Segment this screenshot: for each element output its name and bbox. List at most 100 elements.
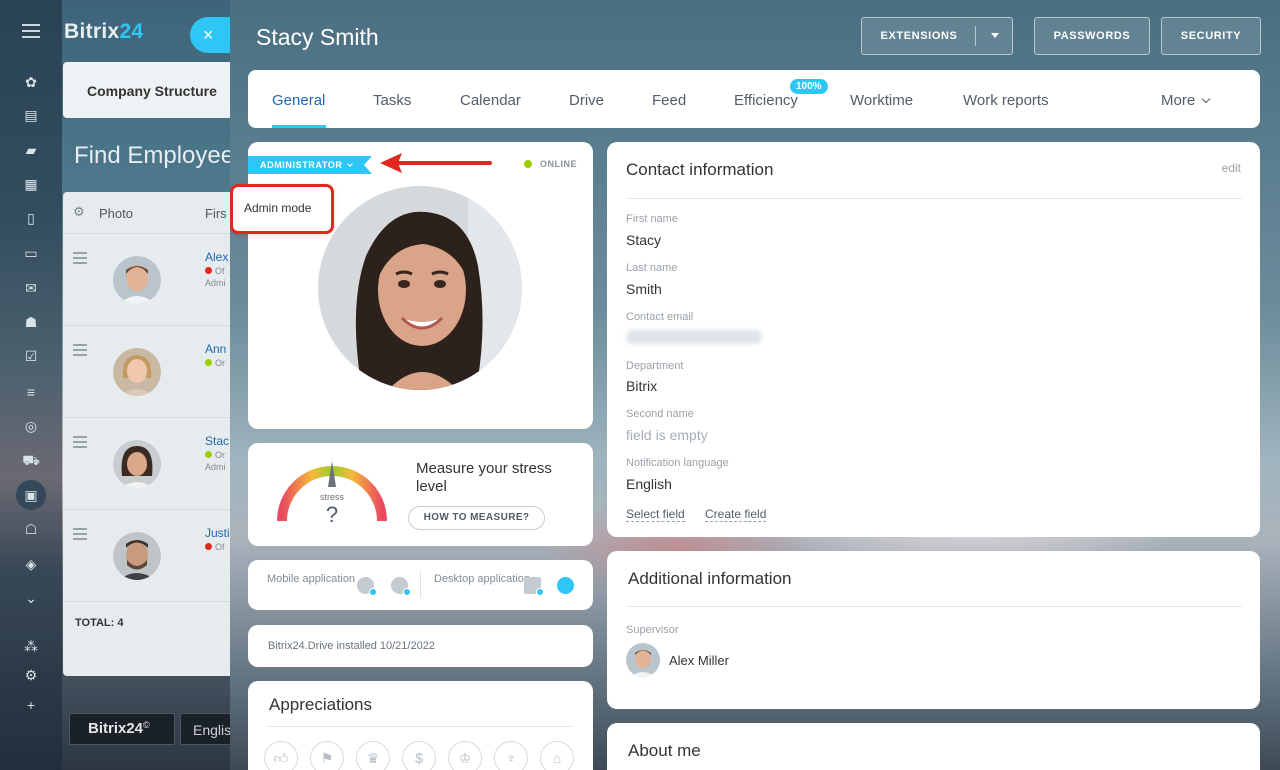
extensions-button[interactable]: EXTENSIONS bbox=[861, 17, 1013, 55]
profile-slider: Stacy Smith EXTENSIONS PASSWORDS SECURIT… bbox=[230, 0, 1280, 770]
tab-general[interactable]: General bbox=[272, 92, 325, 109]
avatar[interactable] bbox=[626, 643, 660, 677]
tab-feed[interactable]: Feed bbox=[652, 92, 686, 109]
drive-icon[interactable]: ▭ bbox=[22, 245, 40, 261]
tab-efficiency[interactable]: Efficiency bbox=[734, 92, 798, 109]
employee-name[interactable]: Ann bbox=[205, 342, 226, 356]
apple-icon[interactable] bbox=[557, 577, 574, 594]
settings-icon[interactable]: ⚙ bbox=[22, 667, 40, 683]
first-column-header[interactable]: Firs bbox=[205, 206, 227, 221]
chevron-down-icon[interactable] bbox=[991, 33, 999, 38]
department-label: Department bbox=[626, 360, 684, 372]
how-to-measure-button[interactable]: HOW TO MEASURE? bbox=[408, 506, 545, 530]
android-icon[interactable] bbox=[357, 577, 377, 596]
money-icon[interactable]: $ bbox=[402, 741, 436, 770]
passwords-button[interactable]: PASSWORDS bbox=[1034, 17, 1150, 55]
drive-status-card: Bitrix24.Drive installed 10/21/2022 bbox=[248, 625, 593, 667]
avatar bbox=[113, 532, 161, 580]
tab-worktime[interactable]: Worktime bbox=[850, 92, 913, 109]
contact-email-value-redacted bbox=[626, 330, 762, 344]
gift-icon[interactable]: ⚑ bbox=[310, 741, 344, 770]
chevron-down-icon bbox=[1201, 94, 1211, 104]
status-text: Or bbox=[205, 450, 225, 460]
edit-link[interactable]: edit bbox=[1222, 161, 1241, 175]
tab-calendar[interactable]: Calendar bbox=[460, 92, 521, 109]
table-row[interactable]: Alex Of Admi bbox=[63, 234, 243, 326]
employees-icon[interactable]: ▣ bbox=[16, 480, 46, 510]
crm-icon[interactable]: ≡ bbox=[22, 384, 40, 400]
tab-drive[interactable]: Drive bbox=[569, 92, 604, 109]
trophy-icon[interactable]: ♛ bbox=[356, 741, 390, 770]
crown-icon[interactable]: ♔ bbox=[448, 741, 482, 770]
calendar-icon[interactable]: ▦ bbox=[22, 176, 40, 192]
status-text: Of bbox=[205, 542, 225, 552]
target-icon[interactable]: ◎ bbox=[22, 418, 40, 434]
stress-card: stress ? Measure your stress level HOW T… bbox=[248, 443, 593, 546]
create-field-link[interactable]: Create field bbox=[705, 507, 767, 522]
gear-icon[interactable]: ⚙ bbox=[73, 204, 85, 220]
shop-icon[interactable]: ⛟ bbox=[22, 452, 40, 468]
drag-handle-icon[interactable] bbox=[73, 528, 87, 543]
avatar bbox=[113, 440, 161, 488]
employee-name[interactable]: Stac bbox=[205, 434, 229, 448]
bitrix24-footer-logo[interactable]: Bitrix24© bbox=[69, 713, 175, 745]
table-row[interactable]: Justi Of bbox=[63, 510, 243, 602]
last-name-label: Last name bbox=[626, 262, 678, 274]
arrow-annotation-icon bbox=[380, 153, 492, 173]
employee-name[interactable]: Justi bbox=[205, 526, 230, 540]
windows-icon[interactable] bbox=[524, 577, 544, 596]
supervisor-label: Supervisor bbox=[626, 624, 679, 636]
tasks-icon[interactable]: ☑ bbox=[22, 348, 40, 364]
drag-handle-icon[interactable] bbox=[73, 344, 87, 359]
security-button[interactable]: SECURITY bbox=[1161, 17, 1261, 55]
admin-text: Admi bbox=[205, 462, 226, 472]
cocktail-icon[interactable]: ♆ bbox=[494, 741, 528, 770]
groups-icon[interactable]: ☗ bbox=[22, 314, 40, 330]
photo-column-header[interactable]: Photo bbox=[99, 206, 133, 221]
tab-work-reports[interactable]: Work reports bbox=[963, 92, 1049, 109]
cake-icon[interactable]: ⌂ bbox=[540, 741, 574, 770]
more-icon[interactable]: ⌄ bbox=[22, 590, 40, 606]
department-value[interactable]: Bitrix bbox=[626, 378, 657, 394]
drag-handle-icon[interactable] bbox=[73, 436, 87, 451]
contact-email-label: Contact email bbox=[626, 311, 694, 323]
news-icon[interactable]: ▤ bbox=[22, 107, 40, 123]
sitemap-icon[interactable]: ⁂ bbox=[22, 638, 40, 654]
profile-photo[interactable] bbox=[318, 186, 522, 390]
add-icon[interactable]: + bbox=[22, 697, 40, 713]
table-row[interactable]: Stac Or Admi bbox=[63, 418, 243, 510]
appreciations-title: Appreciations bbox=[269, 695, 373, 714]
chat-icon[interactable]: ▰ bbox=[22, 142, 40, 158]
employee-name[interactable]: Alex bbox=[205, 250, 228, 264]
left-menu: ✿ ▤ ▰ ▦ ▯ ▭ ✉ ☗ ☑ ≡ ◎ ⛟ ▣ ☖ ◈ ⌄ ⁂ ⚙ + bbox=[0, 0, 62, 770]
about-me-title: About me bbox=[628, 741, 701, 760]
mail-icon[interactable]: ✉ bbox=[22, 280, 40, 296]
thumbs-up-icon[interactable]: 👍︎ bbox=[264, 741, 298, 770]
supervisor-name[interactable]: Alex Miller bbox=[669, 653, 729, 668]
about-me-card: About me bbox=[607, 723, 1260, 770]
menu-icon[interactable] bbox=[22, 24, 40, 42]
role-badge[interactable]: ADMINISTRATOR bbox=[248, 156, 372, 174]
table-row[interactable]: Ann Or bbox=[63, 326, 243, 418]
close-icon: × bbox=[203, 25, 214, 45]
company-structure-tab[interactable]: Company Structure bbox=[63, 62, 243, 118]
portal-logo[interactable]: Bitrix24 bbox=[64, 20, 143, 44]
active-tab-indicator bbox=[272, 125, 326, 128]
gauge-label: stress bbox=[320, 492, 345, 502]
drag-handle-icon[interactable] bbox=[73, 252, 87, 267]
divider bbox=[975, 26, 976, 46]
tab-tasks[interactable]: Tasks bbox=[373, 92, 411, 109]
box-icon[interactable]: ◈ bbox=[22, 556, 40, 572]
admin-mode-popup[interactable]: Admin mode bbox=[230, 184, 334, 234]
mobile-app-label: Mobile application bbox=[267, 573, 356, 585]
select-field-link[interactable]: Select field bbox=[626, 507, 685, 522]
divider bbox=[626, 606, 1242, 607]
notification-language-label: Notification language bbox=[626, 457, 729, 469]
chevron-down-icon bbox=[347, 161, 354, 167]
robot-icon[interactable]: ☖ bbox=[22, 521, 40, 537]
tab-more[interactable]: More bbox=[1161, 92, 1211, 109]
docs-icon[interactable]: ▯ bbox=[22, 210, 40, 226]
gauge-value: ? bbox=[326, 502, 338, 527]
activity-icon[interactable]: ✿ bbox=[22, 74, 40, 90]
ios-appstore-icon[interactable] bbox=[391, 577, 411, 596]
